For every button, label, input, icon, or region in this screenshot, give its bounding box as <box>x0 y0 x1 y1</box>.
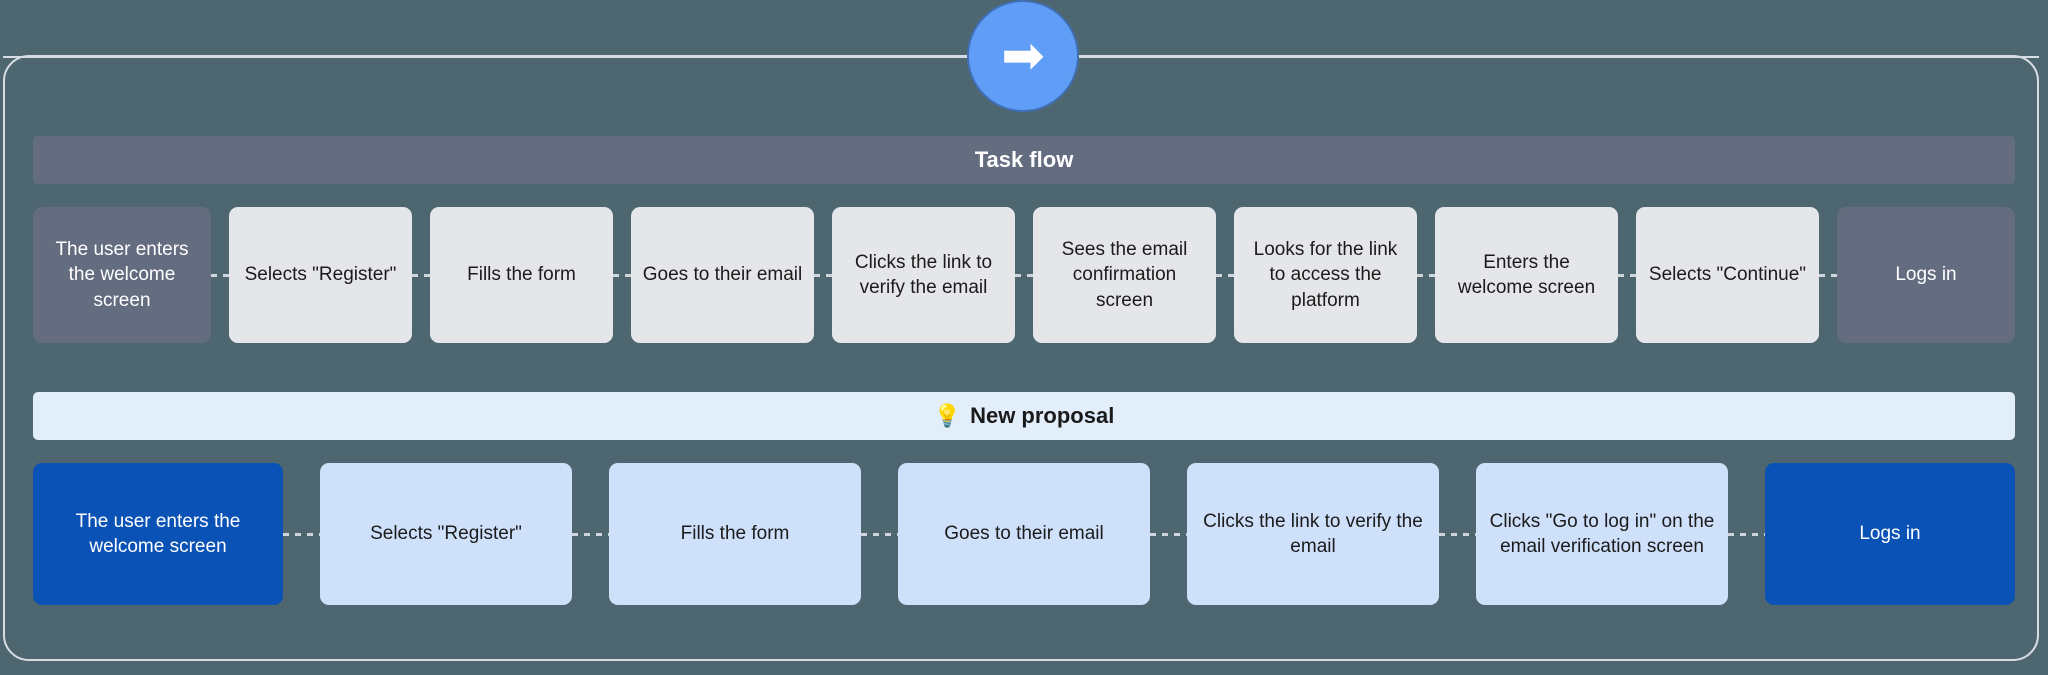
new-proposal-banner: 💡 New proposal <box>33 392 2015 440</box>
step-connector <box>1439 532 1476 536</box>
step-connector <box>814 273 832 277</box>
step-connector <box>1417 273 1435 277</box>
flow-step[interactable]: Looks for the link to access the platfor… <box>1234 207 1417 343</box>
right-arrow-icon: ➡ <box>1001 27 1045 85</box>
flow-step[interactable]: Selects "Continue" <box>1636 207 1819 343</box>
task-flow-banner-title: Task flow <box>974 147 1074 172</box>
flow-step-label: Clicks the link to verify the email <box>1203 510 1423 557</box>
step-connector <box>1015 273 1033 277</box>
flow-step-label: Logs in <box>1859 523 1921 545</box>
task-flow-steps: The user enters the welcome screen Select… <box>33 207 2015 343</box>
flow-step[interactable]: Goes to their email <box>898 463 1150 605</box>
flow-step[interactable]: Clicks the link to verify the email <box>1187 463 1439 605</box>
task-flow-banner: Task flow <box>33 136 2015 184</box>
right-arrow-badge[interactable]: ➡ <box>967 0 1079 112</box>
flow-step[interactable]: Selects "Register" <box>320 463 572 605</box>
flow-step-label: Enters the welcome screen <box>1457 251 1596 298</box>
new-proposal-banner-title: New proposal <box>970 403 1115 428</box>
flow-step-label: Sees the email confirmation screen <box>1061 239 1188 311</box>
step-connector <box>211 273 229 277</box>
flow-step-label: The user enters the welcome screen <box>75 510 241 557</box>
flow-step-label: Goes to their email <box>642 264 803 286</box>
step-connector <box>613 273 631 277</box>
flow-step[interactable]: Sees the email confirmation screen <box>1033 207 1216 343</box>
step-connector <box>1618 273 1636 277</box>
flow-step[interactable]: Clicks the link to verify the email <box>832 207 1015 343</box>
flow-step[interactable]: The user enters the welcome screen <box>33 463 283 605</box>
flow-step-label: Clicks "Go to log in" on the email verif… <box>1489 510 1715 557</box>
flow-step-label: Goes to their email <box>944 523 1104 545</box>
flow-step[interactable]: Selects "Register" <box>229 207 412 343</box>
flow-step-label: Fills the form <box>680 523 790 545</box>
flow-step[interactable]: Enters the welcome screen <box>1435 207 1618 343</box>
flow-step[interactable]: Goes to their email <box>631 207 814 343</box>
flow-step[interactable]: Clicks "Go to log in" on the email verif… <box>1476 463 1728 605</box>
flow-step[interactable]: Logs in <box>1837 207 2015 343</box>
step-connector <box>1216 273 1234 277</box>
flow-step-label: Clicks the link to verify the email <box>854 251 993 298</box>
flow-step-label: Selects "Register" <box>370 523 522 545</box>
step-connector <box>412 273 430 277</box>
flow-step-label: The user enters the welcome screen <box>55 239 189 311</box>
flow-step-label: Selects "Continue" <box>1648 264 1807 286</box>
flow-step[interactable]: Fills the form <box>609 463 861 605</box>
step-connector <box>861 532 898 536</box>
flow-step-label: Logs in <box>1895 264 1957 286</box>
flow-step-label: Looks for the link to access the platfor… <box>1253 239 1398 311</box>
step-connector <box>1150 532 1187 536</box>
flow-step[interactable]: Logs in <box>1765 463 2015 605</box>
flow-step-label: Fills the form <box>467 264 576 286</box>
lightbulb-icon: 💡 <box>933 403 962 428</box>
step-connector <box>283 532 320 536</box>
flow-step[interactable]: The user enters the welcome screen <box>33 207 211 343</box>
new-proposal-steps: The user enters the welcome screen Select… <box>33 463 2015 605</box>
step-connector <box>1819 273 1837 277</box>
flow-step-label: Selects "Register" <box>244 264 397 286</box>
step-connector <box>572 532 609 536</box>
step-connector <box>1728 532 1765 536</box>
flow-step[interactable]: Fills the form <box>430 207 613 343</box>
